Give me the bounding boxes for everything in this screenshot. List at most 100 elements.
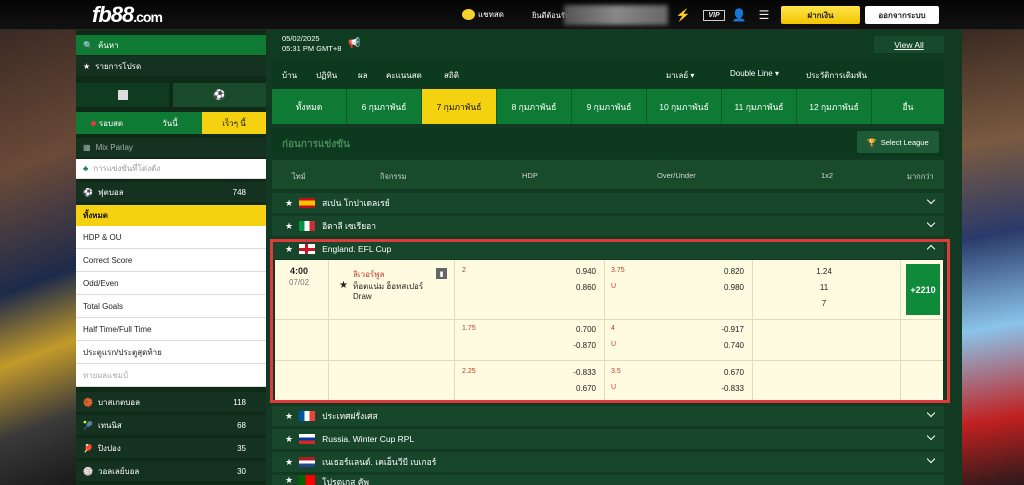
bolt-icon[interactable]: ⚡ — [675, 7, 691, 23]
day-tab-11feb[interactable]: 11 กุมภาพันธ์ — [722, 89, 797, 124]
nav-live-score[interactable]: คะแนนสด — [386, 69, 422, 82]
football-icon: ⚽ — [83, 187, 93, 197]
hdp-odd[interactable]: -0.870 — [556, 341, 596, 350]
sidebar-item-basketball[interactable]: 🏀 บาสเกตบอล 118 — [76, 392, 266, 412]
day-tab-7feb[interactable]: 7 กุมภาพันธ์ — [422, 89, 497, 124]
league-row[interactable]: ★ Russia. Winter Cup RPL — [272, 429, 944, 449]
hdp-odd[interactable]: -0.833 — [556, 368, 596, 377]
view-all-link[interactable]: View All — [874, 36, 944, 53]
nav-stats[interactable]: สถิติ — [444, 69, 459, 82]
line-view-dropdown[interactable]: Double Line ▾ — [730, 69, 779, 78]
bet-type-total-goals[interactable]: Total Goals — [76, 295, 266, 318]
tab-today[interactable]: วันนี้ — [138, 112, 202, 134]
league-row[interactable]: ★ ประเทศฝรั่งเศส — [272, 406, 944, 426]
sidebar-item-table-tennis[interactable]: 🏓 ปิงปอง 35 — [76, 438, 266, 458]
live-dot-icon — [90, 120, 96, 126]
bet-type-all[interactable]: ทั้งหมด — [76, 205, 266, 226]
col-hdp: HDP — [522, 171, 538, 180]
tab-live[interactable]: รอบสด — [76, 112, 138, 134]
hdp-odd[interactable]: 0.940 — [556, 267, 596, 276]
logout-button[interactable]: ออกจากระบบ — [865, 6, 939, 24]
favorite-star-icon[interactable]: ★ — [339, 280, 348, 291]
athlete-banner-left — [0, 30, 76, 485]
favorite-star-icon[interactable]: ★ — [285, 457, 293, 468]
fb88-logo[interactable]: fb88.com — [92, 2, 163, 28]
sidebar-featured[interactable]: ♣ การแข่งขันที่โด่งดัง — [76, 159, 266, 179]
parlay-icon: ▦ — [83, 143, 91, 152]
sidebar-mix-parlay[interactable]: ▦ Mix Parlay — [76, 138, 266, 157]
league-row[interactable]: ★ เนเธอร์แลนด์. เคเอ็นวีบี เบเกอร์ — [272, 452, 944, 472]
nav-results[interactable]: ผล — [358, 69, 368, 82]
favorite-star-icon[interactable]: ★ — [285, 198, 293, 209]
favorite-star-icon[interactable]: ★ — [285, 244, 293, 255]
hdp-odd[interactable]: 0.700 — [556, 325, 596, 334]
odds-format-dropdown[interactable]: มาเลย์ ▾ — [666, 69, 694, 82]
bet-type-ht-ft[interactable]: Half Time/Full Time — [76, 318, 266, 341]
match-date: 07/02 — [289, 278, 310, 287]
sidebar-search[interactable]: 🔍 ค้นหา — [76, 35, 266, 55]
favorite-star-icon[interactable]: ★ — [285, 221, 293, 232]
ou-odd[interactable]: 0.740 — [704, 341, 744, 350]
ou-odd[interactable]: 0.980 — [704, 283, 744, 292]
more-markets-button[interactable]: +2210 — [906, 264, 940, 315]
sidebar-item-football[interactable]: ⚽ ฟุตบอล 748 — [76, 182, 266, 202]
hdp-line: 2 — [462, 267, 466, 274]
user-icon[interactable]: 👤 — [731, 7, 747, 23]
x12-odd[interactable]: 11 — [809, 283, 839, 292]
day-tab-8feb[interactable]: 8 กุมภาพันธ์ — [497, 89, 572, 124]
sidebar-sports-view[interactable]: ⚽ — [173, 83, 266, 107]
ou-odd[interactable]: 0.820 — [704, 267, 744, 276]
portugal-flag-icon — [299, 475, 316, 485]
hdp-odd[interactable]: 0.670 — [556, 384, 596, 393]
favorite-star-icon[interactable]: ★ — [285, 475, 293, 485]
bet-type-outright[interactable]: ทายผลแชมป์ — [76, 364, 266, 387]
x12-odd[interactable]: 1.24 — [809, 267, 839, 276]
live-chat-button[interactable]: แชทสด — [462, 8, 504, 21]
ou-line: 3.5 — [611, 368, 621, 375]
league-row[interactable]: ★ สเปน โกปาเดลเรย์ — [272, 193, 944, 213]
section-header: ก่อนการแข่งขัน 🏆 Select League — [272, 128, 944, 158]
chevron-down-icon[interactable] — [926, 408, 936, 418]
day-tab-9feb[interactable]: 9 กุมภาพันธ์ — [572, 89, 647, 124]
vip-icon[interactable]: VIP — [703, 10, 725, 21]
section-title: ก่อนการแข่งขัน — [282, 139, 350, 150]
hdp-odd[interactable]: 0.860 — [556, 283, 596, 292]
chevron-down-icon[interactable] — [926, 454, 936, 464]
chevron-down-icon[interactable] — [926, 195, 936, 205]
day-tab-10feb[interactable]: 10 กุมภาพันธ์ — [647, 89, 722, 124]
league-row-expanded[interactable]: ★ England. EFL Cup — [272, 239, 944, 259]
deposit-button[interactable]: ฝากเงิน — [781, 6, 860, 24]
sidebar-favorites[interactable]: ★ รายการโปรด — [76, 56, 266, 76]
stats-chart-icon[interactable]: ▮ — [436, 268, 447, 279]
ou-odd[interactable]: 0.670 — [704, 368, 744, 377]
bet-type-hdp-ou[interactable]: HDP & OU — [76, 226, 266, 249]
chevron-down-icon[interactable] — [926, 218, 936, 228]
russia-flag-icon — [299, 434, 316, 444]
favorite-star-icon[interactable]: ★ — [285, 434, 293, 445]
bet-type-first-last-goal[interactable]: ประตูแรก/ประตูสุดท้าย — [76, 341, 266, 364]
day-tab-12feb[interactable]: 12 กุมภาพันธ์ — [797, 89, 872, 124]
chevron-up-icon[interactable] — [926, 244, 936, 254]
bet-history-dropdown[interactable]: ประวัติการเดิมพัน — [806, 69, 867, 82]
sidebar-list-view[interactable] — [76, 83, 169, 107]
day-tab-6feb[interactable]: 6 กุมภาพันธ์ — [347, 89, 422, 124]
ou-odd[interactable]: -0.917 — [704, 325, 744, 334]
day-tab-other[interactable]: อื่น — [872, 89, 944, 124]
nav-home[interactable]: บ้าน — [282, 69, 297, 82]
ou-odd[interactable]: -0.833 — [704, 384, 744, 393]
chevron-down-icon[interactable] — [926, 431, 936, 441]
bet-type-correct-score[interactable]: Correct Score — [76, 249, 266, 272]
bet-type-odd-even[interactable]: Odd/Even — [76, 272, 266, 295]
league-row[interactable]: ★ อิตาลี เซเรียอา — [272, 216, 944, 236]
x12-odd[interactable]: 7 — [809, 299, 839, 308]
league-row[interactable]: ★ โปรตุเกส คัพ — [272, 475, 944, 485]
nav-calendar[interactable]: ปฏิทิน — [316, 69, 337, 82]
megaphone-icon[interactable]: 📢 — [348, 38, 360, 49]
day-tab-all[interactable]: ทั้งหมด — [272, 89, 347, 124]
select-league-button[interactable]: 🏆 Select League — [857, 131, 939, 153]
checklist-icon[interactable]: ☰ — [756, 7, 772, 23]
tab-upcoming[interactable]: เร็วๆ นี้ — [202, 112, 266, 134]
sidebar-item-tennis[interactable]: 🎾 เทนนิส 68 — [76, 415, 266, 435]
favorite-star-icon[interactable]: ★ — [285, 411, 293, 422]
sidebar-item-volleyball[interactable]: 🏐 วอลเลย์บอล 30 — [76, 461, 266, 481]
